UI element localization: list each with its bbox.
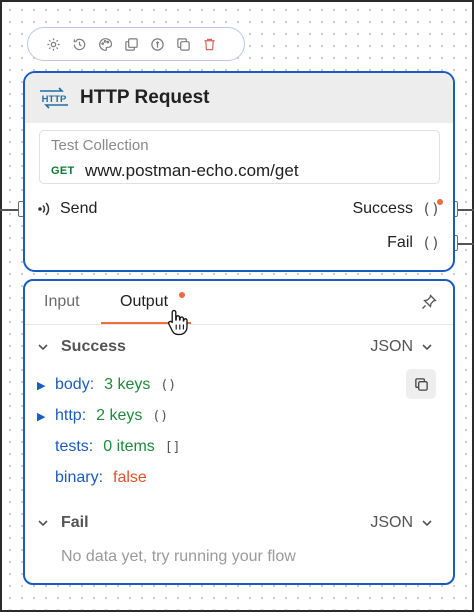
- collection-name: Test Collection: [51, 137, 149, 154]
- success-output: Success (): [352, 200, 440, 218]
- http-logo-icon: HTTP: [40, 87, 68, 109]
- tree-key: tests:: [55, 438, 94, 455]
- request-url: www.postman-echo.com/get: [85, 161, 299, 180]
- tree-key: body:: [55, 376, 95, 393]
- clock-history-icon[interactable]: [68, 33, 90, 55]
- success-section-toggle[interactable]: Success: [37, 338, 126, 356]
- tree-bracket: []: [164, 439, 181, 455]
- pin-icon[interactable]: [421, 294, 437, 310]
- tree-value: false: [113, 469, 147, 486]
- output-tab-dot: [179, 292, 185, 298]
- send-input: Send: [37, 200, 97, 218]
- chevron-down-icon: [422, 520, 432, 527]
- copy-icon[interactable]: [172, 33, 194, 55]
- panel-tabs: Input Output: [25, 281, 453, 325]
- tree-row-http[interactable]: ▶ http: 2 keys (): [37, 407, 168, 425]
- palette-icon[interactable]: [94, 33, 116, 55]
- success-format-select[interactable]: JSON: [370, 338, 433, 356]
- success-output-label: Success: [352, 200, 413, 217]
- http-request-node[interactable]: HTTP HTTP Request Test Collection GET ww…: [23, 71, 455, 272]
- duplicate-icon[interactable]: [120, 33, 142, 55]
- http-method-badge: GET: [51, 165, 75, 177]
- tab-output[interactable]: Output: [120, 293, 168, 311]
- tree-value: 2 keys: [96, 407, 143, 424]
- tree-row-tests: tests: 0 items []: [55, 438, 180, 456]
- tree-bracket: (): [152, 408, 169, 424]
- send-label: Send: [60, 200, 98, 217]
- fail-format-select[interactable]: JSON: [370, 514, 433, 532]
- tree-row-body[interactable]: ▶ body: 3 keys (): [37, 376, 176, 394]
- output-panel: Input Output Success JSON ▶ body: 3 keys…: [23, 279, 455, 585]
- tree-row-binary: binary: false: [55, 469, 147, 487]
- success-section-title: Success: [61, 338, 126, 355]
- signal-icon: [38, 202, 50, 216]
- tree-key: http:: [55, 407, 87, 424]
- tree-value: 0 items: [103, 438, 155, 455]
- info-icon[interactable]: [146, 33, 168, 55]
- fail-section-toggle[interactable]: Fail: [37, 514, 89, 532]
- tree-key: binary:: [55, 469, 104, 486]
- expand-triangle-icon[interactable]: ▶: [37, 410, 55, 423]
- chevron-down-icon: [38, 344, 48, 351]
- node-header: HTTP HTTP Request: [25, 73, 453, 123]
- fail-format-label: JSON: [370, 514, 413, 531]
- chevron-down-icon: [38, 520, 48, 527]
- svg-text:HTTP: HTTP: [42, 94, 67, 105]
- tree-value: 3 keys: [104, 376, 151, 393]
- copy-output-button[interactable]: [406, 369, 436, 399]
- tree-bracket: (): [160, 377, 177, 393]
- fail-output-wire: [458, 243, 474, 245]
- fail-output-indicator: (): [421, 234, 440, 252]
- node-toolbar: [27, 27, 245, 61]
- input-wire: [0, 209, 18, 211]
- fail-output: Fail (): [387, 234, 440, 252]
- node-title: HTTP Request: [80, 87, 210, 108]
- settings-icon[interactable]: [42, 33, 64, 55]
- delete-icon[interactable]: [198, 33, 220, 55]
- fail-empty-message: No data yet, try running your flow: [61, 548, 296, 565]
- fail-section-title: Fail: [61, 514, 89, 531]
- fail-output-label: Fail: [387, 234, 413, 251]
- success-format-label: JSON: [370, 338, 413, 355]
- chevron-down-icon: [422, 344, 432, 351]
- success-output-wire: [458, 209, 474, 211]
- hand-cursor-icon: [168, 309, 188, 336]
- request-selector[interactable]: Test Collection GET www.postman-echo.com…: [39, 130, 440, 184]
- copy-icon: [414, 377, 428, 391]
- expand-triangle-icon[interactable]: ▶: [37, 379, 55, 392]
- success-status-dot: [437, 199, 443, 205]
- tab-input[interactable]: Input: [44, 293, 80, 311]
